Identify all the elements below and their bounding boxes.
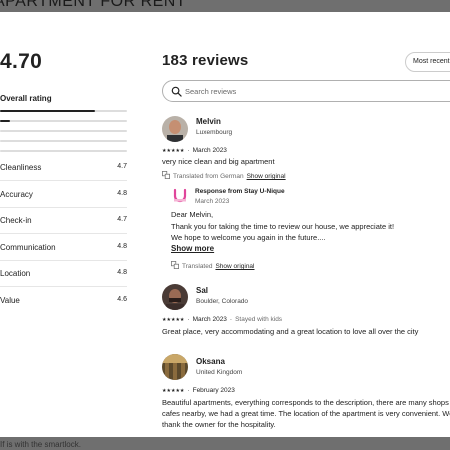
star-rating: ★★★★★ <box>162 148 185 154</box>
rating-bar-4 <box>0 120 127 122</box>
avatar-oksana[interactable] <box>162 354 188 380</box>
host-avatar <box>171 187 189 205</box>
review-text: very nice clean and big apartment <box>162 157 275 166</box>
show-original-link[interactable]: Show original <box>215 263 254 270</box>
reviewer-name: Oksana <box>196 357 225 366</box>
category-row-communication: Communication 4.8 <box>0 235 127 261</box>
background-footer-text: If is with the smartlock. <box>0 440 81 449</box>
show-more-link[interactable]: Show more <box>171 244 214 253</box>
translate-icon <box>171 261 179 269</box>
rating-bar-2 <box>0 140 127 142</box>
reviewer-location: Luxembourg <box>196 129 233 136</box>
host-response-title: Response from Stay U-Nique <box>195 188 285 195</box>
rating-bar-3 <box>0 130 127 132</box>
category-label: Communication <box>0 243 56 252</box>
reviewer-location: United Kingdom <box>196 369 243 376</box>
category-value: 4.8 <box>117 190 127 197</box>
response-translation-note: Translated Show original <box>171 261 255 270</box>
overall-rating-label: Overall rating <box>0 94 52 103</box>
category-label: Check-in <box>0 216 32 225</box>
category-label: Value <box>0 296 20 305</box>
category-value: 4.8 <box>117 269 127 276</box>
translated-label: Translated <box>182 263 213 270</box>
reviewer-name: Melvin <box>196 117 221 126</box>
review-date: March 2023 <box>192 316 227 323</box>
category-row-value: Value 4.6 <box>0 288 127 314</box>
category-row-accuracy: Accuracy 4.8 <box>0 182 127 208</box>
avatar-melvin[interactable] <box>162 116 188 142</box>
translation-note: Translated from German Show original <box>162 171 286 180</box>
category-label: Location <box>0 269 31 278</box>
rating-bar-1 <box>0 150 127 152</box>
category-label: Accuracy <box>0 190 33 199</box>
category-row-cleanliness: Cleanliness 4.7 <box>0 155 127 181</box>
star-rating: ★★★★★ <box>162 388 185 394</box>
translated-label: Translated from German <box>173 173 244 180</box>
host-response-line: We hope to welcome you again in the futu… <box>171 233 326 242</box>
translate-icon <box>162 171 170 179</box>
host-logo-icon <box>173 188 187 203</box>
avatar-sal[interactable] <box>162 284 188 310</box>
category-value: 4.6 <box>117 296 127 303</box>
show-original-link[interactable]: Show original <box>247 173 286 180</box>
overall-score: 4.70 <box>0 50 43 73</box>
rating-bar-5 <box>0 110 127 112</box>
host-response-line: Dear Melvin, <box>171 210 214 219</box>
sort-dropdown-button[interactable]: Most recent <box>405 52 450 72</box>
reviews-count-heading: 183 reviews <box>162 52 249 69</box>
rating-bar-4-fill <box>0 120 11 122</box>
review-meta: ★★★★★ · March 2023 <box>162 147 227 154</box>
search-reviews-box[interactable] <box>162 80 450 102</box>
category-label: Cleanliness <box>0 163 42 172</box>
reviewer-name: Sal <box>196 286 209 295</box>
stay-note: Stayed with kids <box>235 316 283 323</box>
background-page-title: APARTMENT FOR RENT <box>0 0 187 10</box>
host-response-line: Thank you for taking the time to review … <box>171 222 395 231</box>
review-text-line: thank the owner for the hospitality. <box>162 420 276 429</box>
review-meta: ★★★★★ · February 2023 <box>162 387 235 394</box>
category-value: 4.8 <box>117 243 127 250</box>
search-icon <box>171 86 182 97</box>
reviewer-location: Boulder, Colorado <box>196 298 249 305</box>
review-text: Great place, very accommodating and a gr… <box>162 327 419 336</box>
host-response-date: March 2023 <box>195 198 230 205</box>
star-rating: ★★★★★ <box>162 317 185 323</box>
rating-bar-5-fill <box>0 110 96 112</box>
review-text-line: cafes nearby, we had a great time. The l… <box>162 409 450 418</box>
search-input[interactable] <box>185 84 445 98</box>
category-row-check-in: Check-in 4.7 <box>0 208 127 234</box>
review-meta: ★★★★★ · March 2023 · Stayed with kids <box>162 316 283 323</box>
review-date: February 2023 <box>192 387 235 394</box>
category-row-location: Location 4.8 <box>0 261 127 287</box>
review-text-line: Beautiful apartments, everything corresp… <box>162 398 450 407</box>
reviews-modal: 4.70 Overall rating Cleanliness 4.7 Accu… <box>0 12 450 437</box>
category-value: 4.7 <box>117 163 127 170</box>
review-date: March 2023 <box>192 147 227 154</box>
category-value: 4.7 <box>117 216 127 223</box>
